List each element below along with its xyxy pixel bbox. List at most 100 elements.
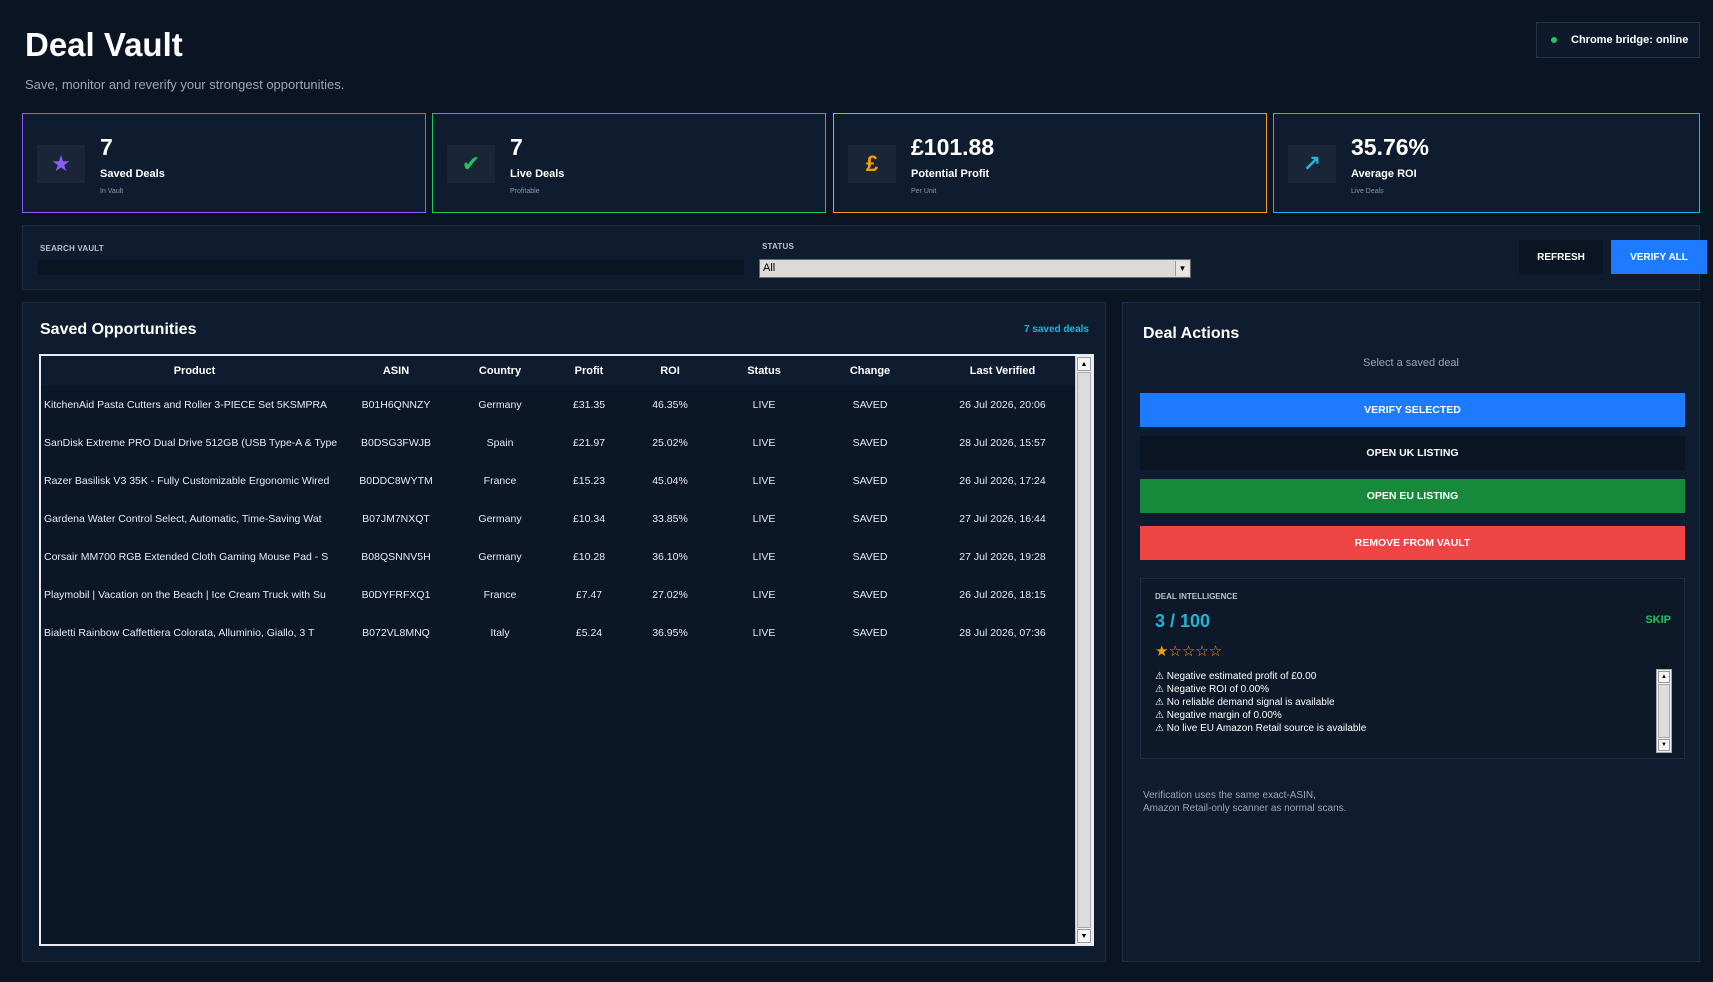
scroll-down-icon[interactable]: ▼ <box>1658 739 1670 751</box>
search-label: SEARCH VAULT <box>40 244 104 253</box>
stat-card-live-deals: ✔ 7 Live Deals Profitable <box>432 113 826 213</box>
scrollbar-thumb[interactable] <box>1077 372 1091 928</box>
cell-country: Germany <box>478 399 522 411</box>
check-icon: ✔ <box>447 145 495 183</box>
column-header-status[interactable]: Status <box>718 356 810 386</box>
cell-change: SAVED <box>852 589 888 601</box>
bridge-status-label: Chrome bridge: online <box>1571 34 1689 46</box>
stat-value: 7 <box>100 134 113 160</box>
scrollbar-thumb[interactable] <box>1658 684 1670 738</box>
deal-actions-panel: Deal Actions Select a saved deal VERIFY … <box>1122 302 1700 962</box>
page-subtitle: Save, monitor and reverify your stronges… <box>25 77 345 92</box>
cell-last-verified: 28 Jul 2026, 15:57 <box>959 437 1046 449</box>
cell-status: LIVE <box>752 589 776 601</box>
table-row[interactable]: KitchenAid Pasta Cutters and Roller 3-PI… <box>41 386 1075 424</box>
cell-country: Germany <box>478 551 522 563</box>
cell-product: Razer Basilisk V3 35K - Fully Customizab… <box>44 475 330 487</box>
table-row[interactable]: SanDisk Extreme PRO Dual Drive 512GB (US… <box>41 424 1075 462</box>
cell-asin: B08QSNNV5H <box>361 551 431 563</box>
cell-change: SAVED <box>852 627 888 639</box>
panel-title: Deal Actions <box>1143 325 1240 342</box>
table-row[interactable]: Gardena Water Control Select, Automatic,… <box>41 500 1075 538</box>
cell-profit: £7.47 <box>575 589 603 601</box>
verify-selected-button[interactable]: VERIFY SELECTED <box>1140 393 1685 427</box>
cell-product: Corsair MM700 RGB Extended Cloth Gaming … <box>44 551 329 563</box>
stat-label: Live Deals <box>510 168 565 180</box>
saved-opportunities-panel: Saved Opportunities 7 saved deals Produc… <box>22 302 1106 962</box>
cell-roi: 36.10% <box>652 551 688 563</box>
pound-icon: £ <box>848 145 896 183</box>
column-header-asin[interactable]: ASIN <box>348 356 444 386</box>
deal-verdict-badge: SKIP <box>1645 614 1671 626</box>
warning-item: ⚠ No live EU Amazon Retail source is ava… <box>1155 723 1367 734</box>
column-header-change[interactable]: Change <box>810 356 930 386</box>
open-eu-listing-button[interactable]: OPEN EU LISTING <box>1140 479 1685 513</box>
cell-last-verified: 27 Jul 2026, 16:44 <box>959 513 1046 525</box>
stat-sub: Per Unit <box>911 188 937 195</box>
table-scrollbar[interactable]: ▲ ▼ <box>1075 356 1092 944</box>
cell-asin: B0DDC8WYTM <box>359 475 433 487</box>
cell-asin: B0DSG3FWJB <box>360 437 431 449</box>
cell-last-verified: 26 Jul 2026, 17:24 <box>959 475 1046 487</box>
cell-asin: B01H6QNNZY <box>361 399 431 411</box>
chevron-down-icon[interactable]: ▼ <box>1175 261 1189 276</box>
cell-roi: 36.95% <box>652 627 688 639</box>
cell-country: France <box>483 475 517 487</box>
cell-country: Italy <box>490 627 510 639</box>
footnote-line: Amazon Retail-only scanner as normal sca… <box>1143 803 1347 814</box>
scroll-up-icon[interactable]: ▲ <box>1658 671 1670 683</box>
intelligence-label: DEAL INTELLIGENCE <box>1155 592 1238 601</box>
warnings-scrollbar[interactable]: ▲ ▼ <box>1656 669 1672 753</box>
stat-value: 7 <box>510 134 523 160</box>
cell-profit: £21.97 <box>572 437 606 449</box>
open-uk-listing-button[interactable]: OPEN UK LISTING <box>1140 436 1685 470</box>
table-row[interactable]: Razer Basilisk V3 35K - Fully Customizab… <box>41 462 1075 500</box>
deal-score: 3 / 100 <box>1155 611 1211 631</box>
column-header-roi[interactable]: ROI <box>622 356 718 386</box>
warning-item: ⚠ No reliable demand signal is available <box>1155 697 1335 708</box>
cell-product: KitchenAid Pasta Cutters and Roller 3-PI… <box>44 399 328 411</box>
status-select[interactable]: All ▼ <box>759 259 1191 278</box>
cell-asin: B0DYFRFXQ1 <box>361 589 431 601</box>
stat-sub: Live Deals <box>1351 188 1384 195</box>
stat-value: 35.76% <box>1351 134 1430 160</box>
cell-asin: B072VL8MNQ <box>362 627 430 639</box>
table-row[interactable]: Playmobil | Vacation on the Beach | Ice … <box>41 576 1075 614</box>
column-header-last-verified[interactable]: Last Verified <box>930 356 1075 386</box>
cell-roi: 45.04% <box>652 475 688 487</box>
remove-from-vault-button[interactable]: REMOVE FROM VAULT <box>1140 526 1685 560</box>
page-title: Deal Vault <box>25 26 183 63</box>
cell-profit: £10.28 <box>572 551 606 563</box>
stat-card-average-roi: ↗ 35.76% Average ROI Live Deals <box>1273 113 1700 213</box>
scroll-down-icon[interactable]: ▼ <box>1077 929 1091 943</box>
stat-sub: In Vault <box>100 188 124 195</box>
cell-product: Bialetti Rainbow Caffettiera Colorata, A… <box>44 627 315 639</box>
column-header-profit[interactable]: Profit <box>556 356 622 386</box>
cell-roi: 25.02% <box>652 437 688 449</box>
refresh-button[interactable]: REFRESH <box>1519 240 1603 274</box>
warning-item: ⚠ Negative margin of 0.00% <box>1155 710 1282 721</box>
opportunities-table[interactable]: Product ASIN Country Profit ROI Status C… <box>39 354 1094 946</box>
status-dot-icon <box>1551 37 1557 43</box>
cell-status: LIVE <box>752 627 776 639</box>
warning-list: ⚠ Negative estimated profit of £0.00 ⚠ N… <box>1155 670 1645 735</box>
table-row[interactable]: Corsair MM700 RGB Extended Cloth Gaming … <box>41 538 1075 576</box>
star-icon: ★ <box>37 145 85 183</box>
column-header-product[interactable]: Product <box>41 356 348 386</box>
scroll-up-icon[interactable]: ▲ <box>1077 357 1091 371</box>
cell-roi: 27.02% <box>652 589 688 601</box>
cell-status: LIVE <box>752 513 776 525</box>
column-header-country[interactable]: Country <box>444 356 556 386</box>
filter-bar: SEARCH VAULT STATUS All ▼ REFRESH VERIFY… <box>22 225 1707 290</box>
stat-label: Saved Deals <box>100 168 165 180</box>
cell-roi: 33.85% <box>652 513 688 525</box>
verify-all-button[interactable]: VERIFY ALL <box>1611 240 1707 274</box>
table-row[interactable]: Bialetti Rainbow Caffettiera Colorata, A… <box>41 614 1075 652</box>
star-rating-icon: ★☆☆☆☆ <box>1155 643 1223 660</box>
deal-intelligence-box: DEAL INTELLIGENCE 3 / 100 SKIP ★☆☆☆☆ ⚠ N… <box>1140 578 1685 759</box>
status-select-value: All <box>763 262 776 274</box>
stat-card-saved-deals: ★ 7 Saved Deals In Vault <box>22 113 426 213</box>
cell-last-verified: 28 Jul 2026, 07:36 <box>959 627 1046 639</box>
cell-product: SanDisk Extreme PRO Dual Drive 512GB (US… <box>44 437 338 449</box>
search-input[interactable] <box>38 260 744 275</box>
